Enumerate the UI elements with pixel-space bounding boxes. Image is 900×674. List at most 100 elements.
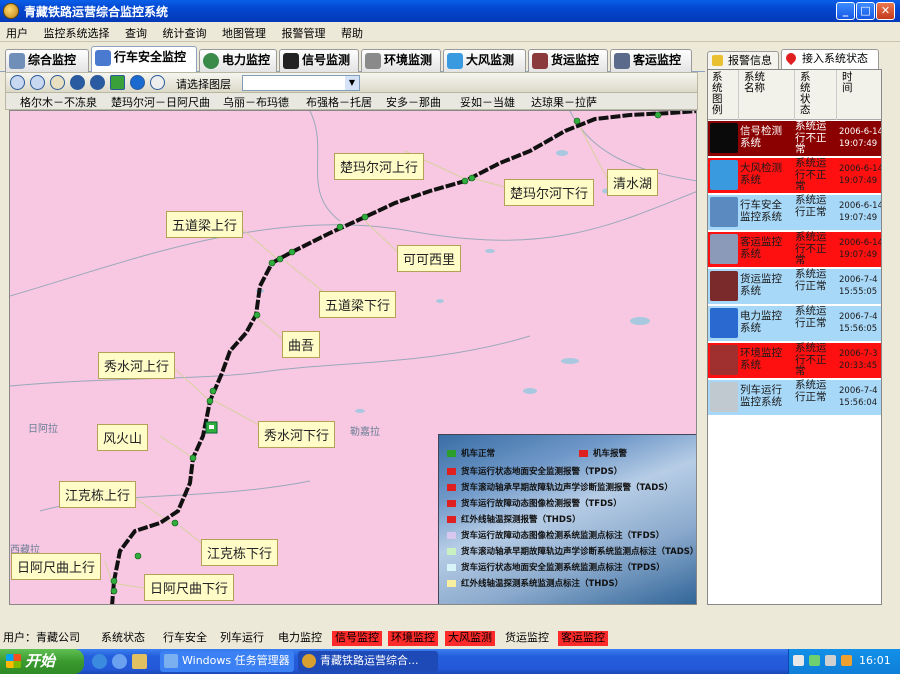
ie-icon[interactable] <box>92 654 107 669</box>
segment-link[interactable]: 布强格－托居 <box>306 94 372 110</box>
tpds-marker-icon <box>447 564 456 571</box>
tray-icon[interactable] <box>809 655 820 666</box>
close-button[interactable]: ✕ <box>876 2 895 20</box>
segment-link[interactable]: 格尔木－不冻泉 <box>20 94 97 110</box>
system-status: 系统运行不正常 <box>795 157 827 192</box>
tab-signal[interactable]: 信号监测 <box>279 49 359 72</box>
task-task-manager[interactable]: Windows 任务管理器 <box>160 651 294 672</box>
status-row[interactable]: 客运监控系统 系统运行不正常 2006-6-14 19:07:49 <box>708 231 881 268</box>
status-table-header: 系统图例 系统名称 系统状态 时间 <box>708 70 881 120</box>
volume-icon[interactable] <box>841 655 852 666</box>
menu-alarm-management[interactable]: 报警管理 <box>276 22 332 41</box>
segment-link[interactable]: 妥如－当雄 <box>460 94 515 110</box>
status-row[interactable]: 电力监控系统 系统运行正常 2006-7-4 15:56:05 <box>708 305 881 342</box>
menu-map-management[interactable]: 地图管理 <box>216 22 272 41</box>
forward-icon[interactable] <box>90 75 105 90</box>
status-item-train-run[interactable]: 列车运行 <box>217 631 267 646</box>
tab-power[interactable]: 电力监控 <box>199 49 277 72</box>
tab-alarm-info[interactable]: 报警信息 <box>707 51 779 70</box>
station-callout[interactable]: 曲吾 <box>282 331 321 358</box>
tab-system-status[interactable]: 接入系统状态 <box>781 49 879 70</box>
status-row[interactable]: 环境监控系统 系统运行不正常 2006-7-3 20:33:45 <box>708 342 881 379</box>
wind-icon <box>710 160 738 190</box>
menu-system-select[interactable]: 监控系统选择 <box>38 22 116 41</box>
status-row[interactable]: 货运监控系统 系统运行正常 2006-7-4 15:55:05 <box>708 268 881 305</box>
status-row[interactable]: 行车安全监控系统 系统运行正常 2006-6-14 19:07:49 <box>708 194 881 231</box>
station-callout[interactable]: 楚玛尔河下行 <box>504 179 595 206</box>
system-status: 系统运行正常 <box>795 379 827 403</box>
zoom-in-icon[interactable] <box>10 75 25 90</box>
status-item-wind[interactable]: 大风监测 <box>445 631 495 646</box>
menu-query[interactable]: 查询 <box>119 22 153 41</box>
back-icon[interactable] <box>70 75 85 90</box>
station-callout[interactable]: 五道梁下行 <box>319 291 397 318</box>
status-item-train-safety[interactable]: 行车安全 <box>160 631 210 646</box>
signal-icon <box>710 123 738 153</box>
status-item-environment[interactable]: 环境监控 <box>388 631 438 646</box>
tfds-marker-icon <box>447 532 456 539</box>
segment-link[interactable]: 安多－那曲 <box>386 94 441 110</box>
segment-link[interactable]: 楚玛尔河－日阿尺曲 <box>111 94 210 110</box>
status-row[interactable]: 列车运行监控系统 系统运行正常 2006-7-4 15:56:04 <box>708 379 881 416</box>
menu-user[interactable]: 用户 <box>0 22 34 41</box>
minimize-button[interactable]: _ <box>836 2 855 20</box>
refresh-icon[interactable] <box>110 75 125 90</box>
tab-wind[interactable]: 大风监测 <box>443 49 526 72</box>
locomotive-icon[interactable] <box>205 421 218 434</box>
status-row[interactable]: 大风检测系统 系统运行不正常 2006-6-14 19:07:49 <box>708 157 881 194</box>
station-callout[interactable]: 秀水河下行 <box>258 421 336 448</box>
tab-train-safety[interactable]: 行车安全监控 <box>91 46 197 73</box>
tray-icon[interactable] <box>793 655 804 666</box>
station-callout[interactable]: 日阿尺曲上行 <box>11 553 102 580</box>
tab-overview[interactable]: 综合监控 <box>5 49 89 72</box>
system-status: 系统运行正常 <box>795 305 827 329</box>
station-callout[interactable]: 清水湖 <box>607 169 659 196</box>
tab-freight[interactable]: 货运监控 <box>528 49 608 72</box>
railway-map[interactable]: 日阿拉 勒嘉拉 西藏拉 楚玛尔河上行 楚玛尔河下行 清水湖 五道梁上行 可可西里… <box>9 110 697 605</box>
station-callout[interactable]: 风火山 <box>97 424 149 451</box>
layers-icon[interactable] <box>150 75 165 90</box>
wind-icon <box>447 53 463 69</box>
zoom-out-icon[interactable] <box>30 75 45 90</box>
station-callout[interactable]: 可可西里 <box>397 245 462 272</box>
system-name: 列车运行监控系统 <box>740 384 782 408</box>
chevron-down-icon[interactable]: ▼ <box>345 76 359 90</box>
station-callout[interactable]: 楚玛尔河上行 <box>334 153 425 180</box>
browser-icon[interactable] <box>112 654 127 669</box>
train-run-icon <box>710 382 738 412</box>
start-button[interactable]: 开始 <box>0 649 84 674</box>
status-item-system[interactable]: 系统状态 <box>98 631 148 646</box>
locomotive-normal-icon <box>447 450 456 457</box>
station-callout[interactable]: 秀水河上行 <box>98 352 176 379</box>
tab-passenger[interactable]: 客运监控 <box>610 49 692 72</box>
info-icon[interactable] <box>130 75 145 90</box>
triangle-icon <box>447 500 456 507</box>
bell-icon <box>447 484 456 491</box>
status-item-passenger[interactable]: 客运监控 <box>558 631 608 646</box>
monitor-tabs: 综合监控 行车安全监控 电力监控 信号监测 环境监测 大风监测 货运监控 客运监… <box>0 43 705 73</box>
status-item-power[interactable]: 电力监控 <box>275 631 325 646</box>
passenger-icon <box>614 53 630 69</box>
desktop-icon[interactable] <box>132 654 147 669</box>
maximize-button[interactable]: □ <box>856 2 875 20</box>
status-row[interactable]: 信号检测系统 系统运行不正常 2006-6-14 19:07:49 <box>708 120 881 157</box>
signal-icon <box>283 53 299 69</box>
layer-select[interactable]: ▼ <box>242 75 360 91</box>
tray-icon[interactable] <box>825 655 836 666</box>
status-item-signal[interactable]: 信号监控 <box>332 631 382 646</box>
station-callout[interactable]: 江克栋下行 <box>201 539 279 566</box>
system-name: 环境监控系统 <box>740 347 782 371</box>
task-monitor-app[interactable]: 青藏铁路运营综合... <box>298 651 438 672</box>
station-callout[interactable]: 五道梁上行 <box>166 211 244 238</box>
segment-link[interactable]: 乌丽－布玛德 <box>223 94 289 110</box>
menu-help[interactable]: 帮助 <box>335 22 369 41</box>
tab-environment[interactable]: 环境监测 <box>361 49 441 72</box>
pan-icon[interactable] <box>50 75 65 90</box>
menu-statistics[interactable]: 统计查询 <box>157 22 213 41</box>
station-callout[interactable]: 日阿尺曲下行 <box>144 574 235 601</box>
locomotive-alarm-icon <box>579 450 588 457</box>
station-callout[interactable]: 江克栋上行 <box>59 481 137 508</box>
segment-link[interactable]: 达琼果－拉萨 <box>531 94 597 110</box>
globe-icon <box>203 53 219 69</box>
status-item-freight[interactable]: 货运监控 <box>502 631 552 646</box>
